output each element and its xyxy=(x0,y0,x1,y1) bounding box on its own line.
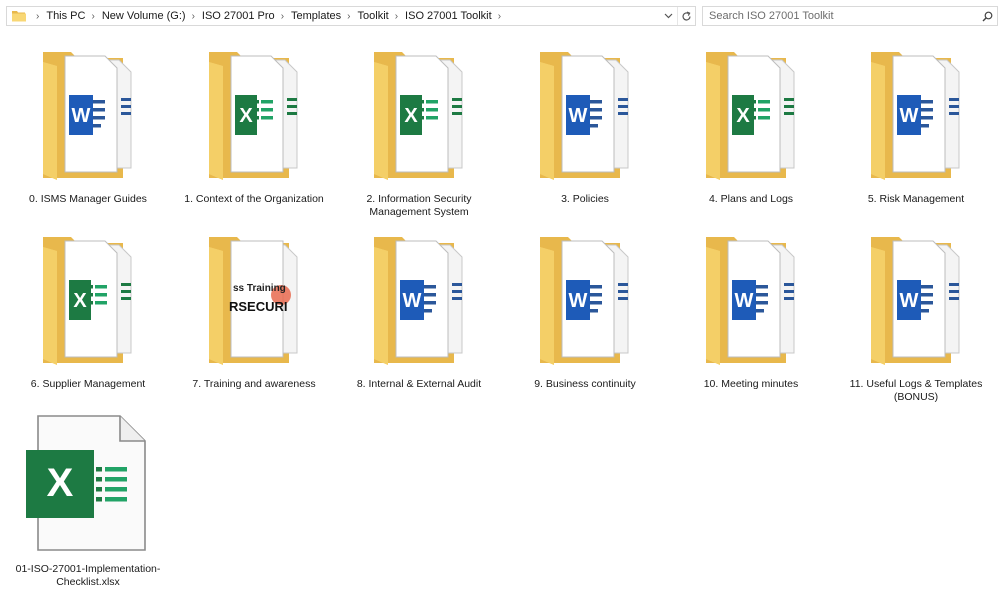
svg-text:ss Training: ss Training xyxy=(233,283,286,294)
svg-text:W: W xyxy=(569,105,588,127)
navigation-bar: › This PC › New Volume (G:) › ISO 27001 … xyxy=(0,0,1005,32)
search-box[interactable] xyxy=(702,6,998,26)
svg-text:X: X xyxy=(404,105,418,127)
folder-label: 10. Meeting minutes xyxy=(703,378,799,390)
search-input[interactable] xyxy=(703,9,977,23)
folder-image-icon: ss Training RSECURI xyxy=(209,237,298,365)
folder-label: 8. Internal & External Audit xyxy=(356,378,482,390)
folder-label: 9. Business continuity xyxy=(534,378,636,390)
breadcrumb-new-volume[interactable]: New Volume (G:) xyxy=(102,10,186,22)
breadcrumb-toolkit[interactable]: Toolkit xyxy=(358,10,389,22)
chevron-right-icon[interactable]: › xyxy=(498,11,501,22)
folder-word-icon: W xyxy=(706,237,795,365)
search-icon[interactable] xyxy=(977,7,997,25)
breadcrumb-iso-27001-pro[interactable]: ISO 27001 Pro xyxy=(202,10,275,22)
chevron-right-icon[interactable]: › xyxy=(36,11,39,22)
folder-word-icon: W xyxy=(540,237,629,365)
history-dropdown-button[interactable] xyxy=(660,7,677,25)
svg-text:W: W xyxy=(900,105,919,127)
folder-excel-icon: X xyxy=(706,52,795,180)
breadcrumb-this-pc[interactable]: This PC xyxy=(46,10,85,22)
folder-word-icon: W xyxy=(374,237,463,365)
file-label: 01-ISO-27001-Implementation-Checklist.xl… xyxy=(15,563,161,588)
excel-letter: X xyxy=(47,461,74,505)
chevron-down-icon xyxy=(664,13,673,19)
excel-file-icon: X xyxy=(26,415,146,551)
folder-icon xyxy=(12,11,26,22)
folder-label: 6. Supplier Management xyxy=(30,378,146,390)
chevron-right-icon[interactable]: › xyxy=(281,11,284,22)
folder-label: 2. Information Security Management Syste… xyxy=(366,193,472,218)
refresh-icon xyxy=(682,10,691,20)
folder-label: 1. Context of the Organization xyxy=(184,193,324,205)
folder-word-icon: W xyxy=(871,237,960,365)
svg-text:RSECURI: RSECURI xyxy=(229,299,288,314)
folder-label: 11. Useful Logs & Templates (BONUS) xyxy=(849,378,983,403)
svg-text:W: W xyxy=(900,290,919,312)
folder-excel-icon: X xyxy=(43,237,132,365)
refresh-button[interactable] xyxy=(677,7,695,25)
folder-label: 5. Risk Management xyxy=(867,193,965,205)
folder-excel-icon: X xyxy=(374,52,463,180)
svg-text:W: W xyxy=(72,105,91,127)
chevron-right-icon[interactable]: › xyxy=(395,11,398,22)
folder-label: 4. Plans and Logs xyxy=(708,193,794,205)
svg-text:W: W xyxy=(735,290,754,312)
folder-word-icon: W xyxy=(871,52,960,180)
svg-text:W: W xyxy=(403,290,422,312)
folder-excel-icon: X xyxy=(209,52,298,180)
svg-text:X: X xyxy=(73,290,87,312)
folder-label: 0. ISMS Manager Guides xyxy=(29,193,147,205)
breadcrumb: › This PC › New Volume (G:) › ISO 27001 … xyxy=(30,10,660,22)
address-bar[interactable]: › This PC › New Volume (G:) › ISO 27001 … xyxy=(6,6,696,26)
folder-label: 3. Policies xyxy=(561,193,609,205)
chevron-right-icon[interactable]: › xyxy=(192,11,195,22)
chevron-right-icon[interactable]: › xyxy=(91,11,94,22)
svg-text:W: W xyxy=(569,290,588,312)
breadcrumb-iso-27001-toolkit[interactable]: ISO 27001 Toolkit xyxy=(405,10,492,22)
folder-word-icon: W xyxy=(43,52,132,180)
svg-text:X: X xyxy=(736,105,750,127)
svg-text:X: X xyxy=(239,105,253,127)
folder-word-icon: W xyxy=(540,52,629,180)
folder-label: 7. Training and awareness xyxy=(192,378,316,390)
breadcrumb-templates[interactable]: Templates xyxy=(291,10,341,22)
chevron-right-icon[interactable]: › xyxy=(347,11,350,22)
